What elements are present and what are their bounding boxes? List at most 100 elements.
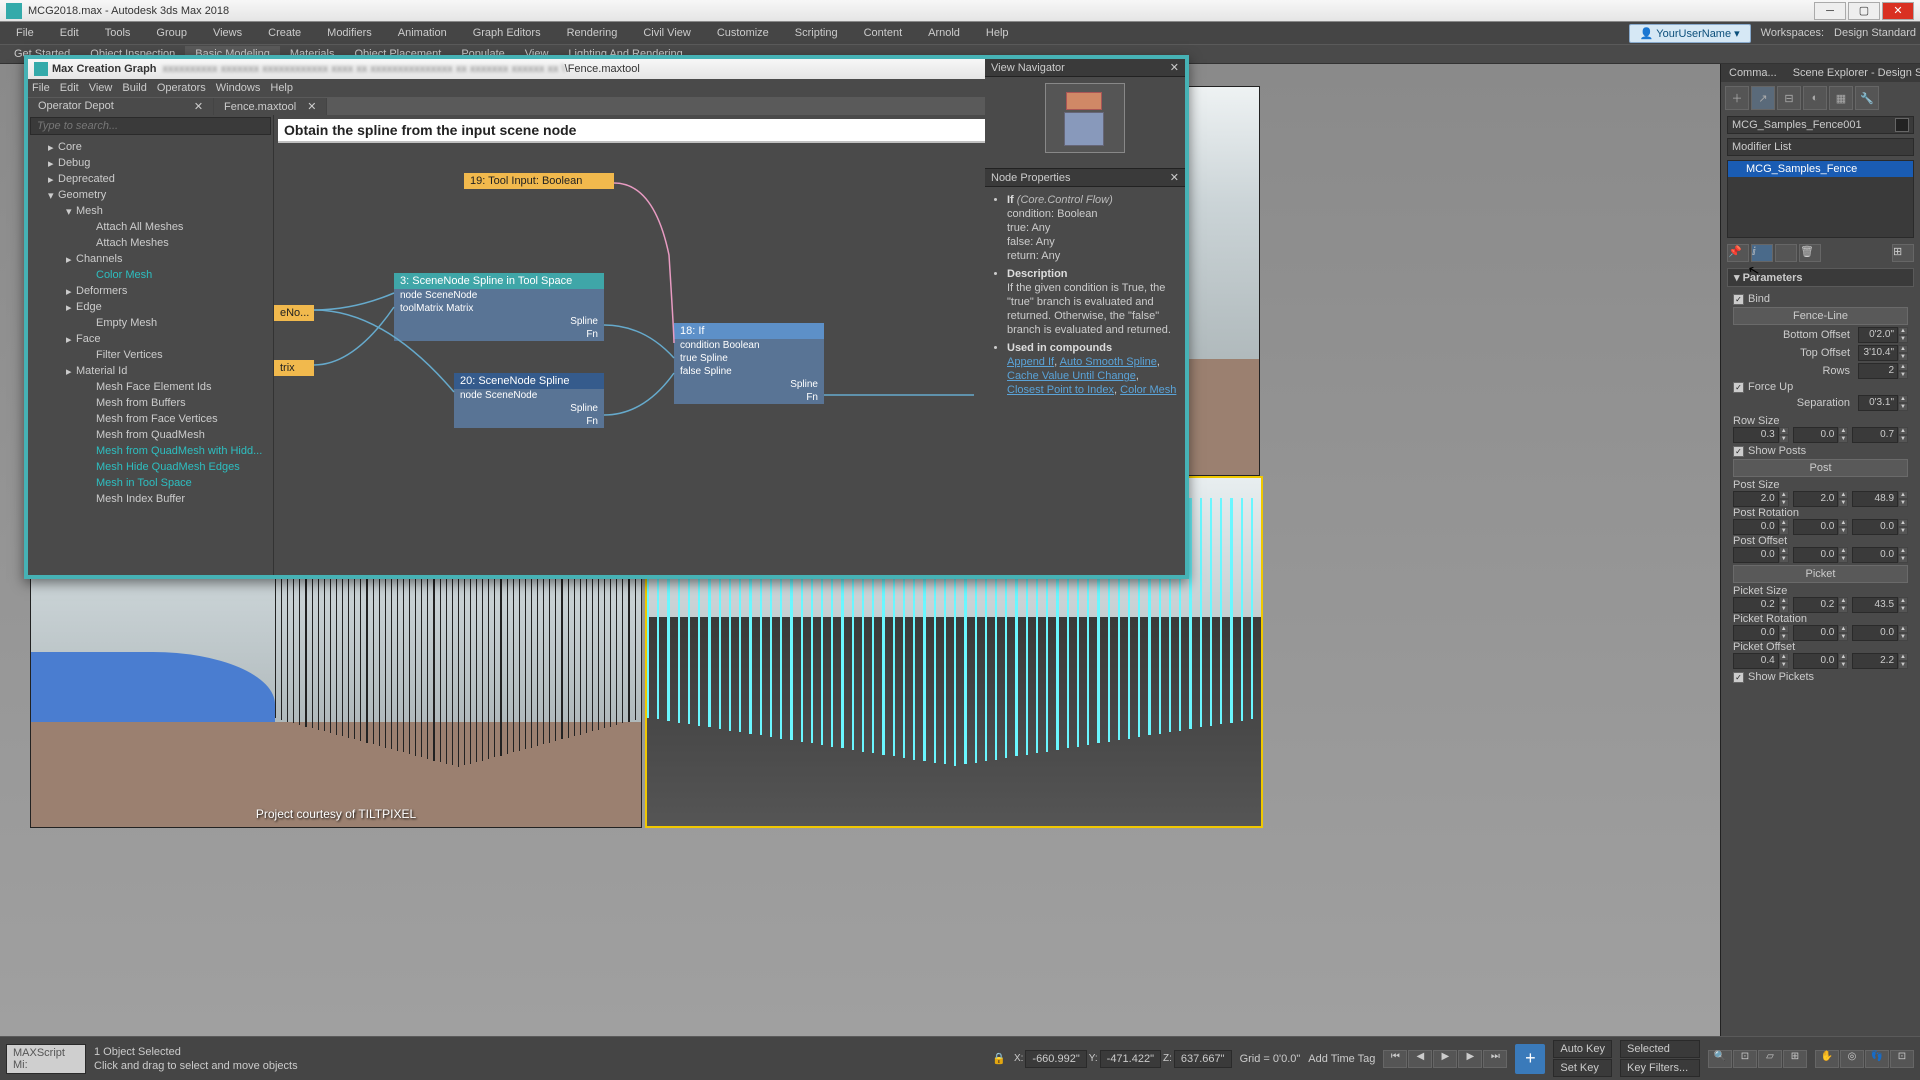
workspace-selector[interactable]: Design Standard [1834,27,1916,39]
modifier-stack[interactable]: MCG_Samples_Fence ↖ [1727,160,1914,238]
close-button[interactable]: ✕ [1882,2,1914,20]
modifier-item-mcg-fence[interactable]: MCG_Samples_Fence [1728,161,1913,177]
fov-icon[interactable]: ▱ [1758,1050,1782,1068]
remove-mod-icon[interactable]: 🗑 [1799,244,1821,262]
tab-fence-maxtool[interactable]: Fence.maxtool ✕ [214,98,327,115]
operator-search[interactable]: Type to search... [30,117,271,135]
close-icon[interactable]: ✕ [1170,171,1179,184]
spinner[interactable]: 0.2▲▼ [1793,597,1849,613]
separation-spinner[interactable]: 0'3.1"▲▼ [1858,395,1908,411]
menu-animation[interactable]: Animation [386,24,459,42]
tree-item-mesh-from-quadmesh[interactable]: Mesh from QuadMesh [28,427,273,443]
tree-item-channels[interactable]: ▸Channels [28,251,273,267]
tree-item-attach-all-meshes[interactable]: Attach All Meshes [28,219,273,235]
menu-rendering[interactable]: Rendering [555,24,630,42]
mcg-menu-windows[interactable]: Windows [216,82,261,94]
compound-link[interactable]: Auto Smooth Spline [1060,356,1157,368]
tree-item-mesh[interactable]: ▾Mesh [28,203,273,219]
motion-icon[interactable]: ◐ [1803,86,1827,110]
menu-arnold[interactable]: Arnold [916,24,972,42]
tree-item-mesh-from-quadmesh-with-hidd-[interactable]: Mesh from QuadMesh with Hidd... [28,443,273,459]
configure-icon[interactable]: ⊞ [1892,244,1914,262]
spinner[interactable]: 0.7▲▼ [1852,427,1908,443]
tab-scene-explorer[interactable]: Scene Explorer - Design S... [1785,65,1920,81]
rows-spinner[interactable]: 2▲▼ [1858,363,1908,379]
user-chip[interactable]: 👤 YourUserName ▾ [1629,24,1751,43]
bottom-offset-spinner[interactable]: 0'2.0"▲▼ [1858,327,1908,343]
menu-graph-editors[interactable]: Graph Editors [461,24,553,42]
tree-item-deformers[interactable]: ▸Deformers [28,283,273,299]
compound-link[interactable]: Append If [1007,356,1054,368]
prev-frame-icon[interactable]: ◀ [1408,1050,1432,1068]
tree-item-filter-vertices[interactable]: Filter Vertices [28,347,273,363]
node-fragment-eno[interactable]: eNo... [274,305,314,321]
mcg-menu-edit[interactable]: Edit [60,82,79,94]
next-frame-icon[interactable]: ▶ [1458,1050,1482,1068]
spinner[interactable]: 2.0▲▼ [1793,491,1849,507]
bind-checkbox[interactable]: ✓ [1733,294,1744,305]
tree-item-color-mesh[interactable]: Color Mesh [28,267,273,283]
utilities-icon[interactable]: 🔧 [1855,86,1879,110]
orbit-icon[interactable]: ◎ [1840,1050,1864,1068]
node-20-scenenode-spline[interactable]: 20: SceneNode Spline node SceneNode Spli… [454,373,604,428]
postoff-spinners[interactable]: 0.0▲▼0.0▲▼0.0▲▼ [1733,547,1908,563]
node-3-scenenode-spline-toolspace[interactable]: 3: SceneNode Spline in Tool Space node S… [394,273,604,341]
xyz-readout[interactable]: X: -660.992" Y: -471.422" Z: 637.667" [1014,1050,1232,1068]
tree-item-mesh-from-buffers[interactable]: Mesh from Buffers [28,395,273,411]
tab-operator-depot[interactable]: Operator Depot ✕ [28,98,214,115]
mcg-menu-build[interactable]: Build [122,82,146,94]
make-unique-icon[interactable] [1775,244,1797,262]
tree-item-core[interactable]: ▸Core [28,139,273,155]
spinner[interactable]: 0.0▲▼ [1852,547,1908,563]
spinner[interactable]: 0.0▲▼ [1852,625,1908,641]
menu-scripting[interactable]: Scripting [783,24,850,42]
maxscript-listener[interactable]: MAXScript Mi: [6,1044,86,1074]
minmax-icon[interactable]: ⊡ [1890,1050,1914,1068]
compound-link[interactable]: Color Mesh [1120,384,1176,396]
mcg-menu-file[interactable]: File [32,82,50,94]
menu-modifiers[interactable]: Modifiers [315,24,384,42]
key-filters-button[interactable]: Key Filters... [1620,1059,1700,1077]
tree-item-mesh-index-buffer[interactable]: Mesh Index Buffer [28,491,273,507]
mcg-menu-help[interactable]: Help [270,82,293,94]
spinner[interactable]: 48.9▲▼ [1852,491,1908,507]
compound-link[interactable]: Cache Value Until Change [1007,370,1136,382]
pin-stack-icon[interactable]: 📌 [1727,244,1749,262]
show-end-icon[interactable]: ⅈ [1751,244,1773,262]
menu-create[interactable]: Create [256,24,313,42]
play-icon[interactable]: ▶ [1433,1050,1457,1068]
pickrot-spinners[interactable]: 0.0▲▼0.0▲▼0.0▲▼ [1733,625,1908,641]
display-icon[interactable]: ▦ [1829,86,1853,110]
mcg-menu-operators[interactable]: Operators [157,82,206,94]
spinner[interactable]: 0.2▲▼ [1733,597,1789,613]
menu-civil-view[interactable]: Civil View [631,24,702,42]
spinner[interactable]: 0.0▲▼ [1733,625,1789,641]
goto-start-icon[interactable]: ⏮ [1383,1050,1407,1068]
tree-item-mesh-hide-quadmesh-edges[interactable]: Mesh Hide QuadMesh Edges [28,459,273,475]
spinner[interactable]: 0.0▲▼ [1793,547,1849,563]
object-name-field[interactable]: MCG_Samples_Fence001 [1727,116,1914,134]
node-18-if[interactable]: 18: If condition Boolean true Spline fal… [674,323,824,404]
spinner[interactable]: 0.0▲▼ [1793,519,1849,535]
spinner[interactable]: 2.0▲▼ [1733,491,1789,507]
pickoff-spinners[interactable]: 0.4▲▼0.0▲▼2.2▲▼ [1733,653,1908,669]
minimize-button[interactable]: ─ [1814,2,1846,20]
bind-target-button[interactable]: Fence-Line [1733,307,1908,325]
zoom-all-icon[interactable]: ⊡ [1733,1050,1757,1068]
key-mode-dropdown[interactable]: Selected [1620,1040,1700,1058]
operator-tree[interactable]: ▸Core▸Debug▸Deprecated▾Geometry▾MeshAtta… [28,137,273,575]
spinner[interactable]: 0.0▲▼ [1852,519,1908,535]
compound-link[interactable]: Closest Point to Index [1007,384,1114,396]
forceup-checkbox[interactable]: ✓ [1733,382,1744,393]
tree-item-empty-mesh[interactable]: Empty Mesh [28,315,273,331]
menu-group[interactable]: Group [144,24,199,42]
picket-button[interactable]: Picket [1733,565,1908,583]
menu-views[interactable]: Views [201,24,254,42]
showposts-checkbox[interactable]: ✓ [1733,446,1744,457]
menu-edit[interactable]: Edit [48,24,91,42]
hierarchy-icon[interactable]: ⊟ [1777,86,1801,110]
spinner[interactable]: 0.0▲▼ [1793,653,1849,669]
pan-icon[interactable]: ✋ [1815,1050,1839,1068]
spinner[interactable]: 2.2▲▼ [1852,653,1908,669]
menu-tools[interactable]: Tools [93,24,143,42]
